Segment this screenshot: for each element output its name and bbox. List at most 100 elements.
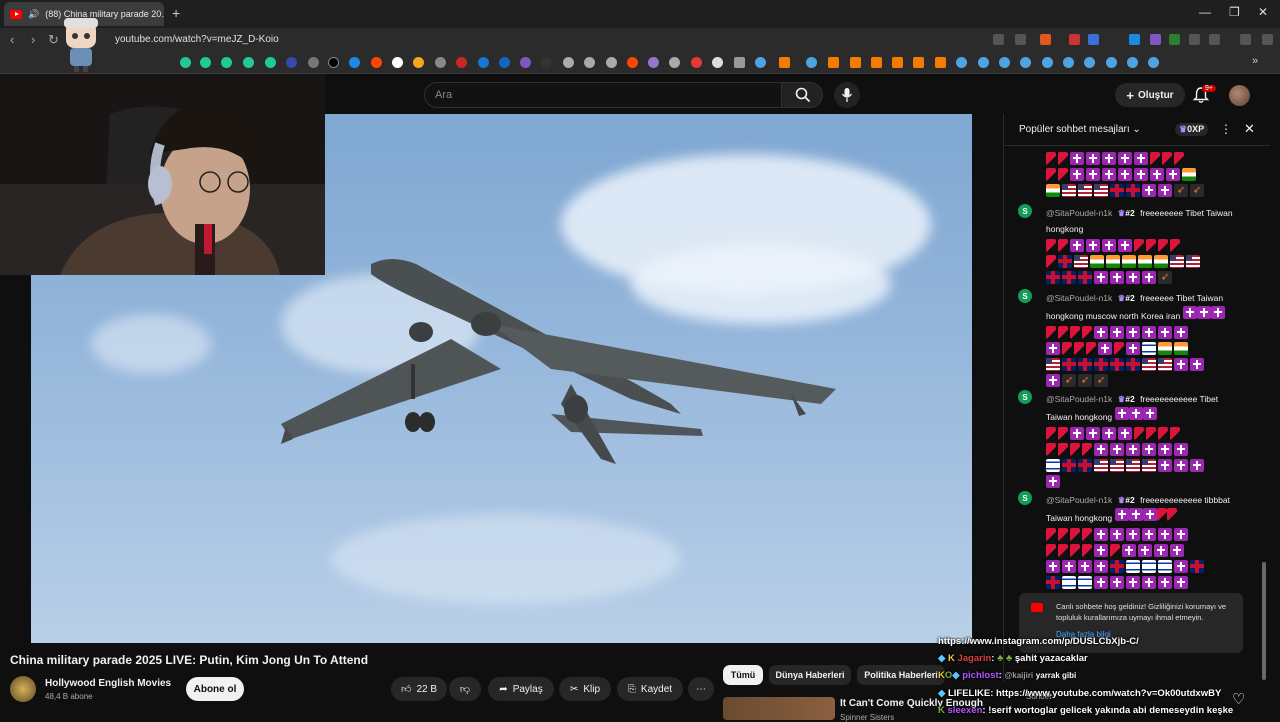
clip-button[interactable]: ✂ Klip [559,677,611,701]
brave-shield-icon[interactable] [1040,34,1051,45]
chat-author[interactable]: @SitaPoudel-n1k [1046,495,1112,505]
chat-author[interactable]: @SitaPoudel-n1k [1046,394,1112,404]
search-input[interactable]: Ara [424,82,782,108]
bookmark-icon[interactable] [779,57,790,68]
bookmark-icon[interactable] [435,57,446,68]
x-bookmark-icon[interactable] [328,57,339,68]
bookmark-icon[interactable] [1084,57,1095,68]
recommendation-thumbnail[interactable] [723,697,835,720]
extensions-puzzle-icon[interactable] [1189,34,1200,45]
overlay-chat-line: https://www.instagram.com/p/DUSLCbXjb-C/ [938,636,1139,647]
bookmark-icon[interactable] [584,57,595,68]
bookmark-icon[interactable] [606,57,617,68]
folder-icon[interactable] [734,57,745,68]
more-actions-button[interactable]: ⋯ [688,677,714,701]
save-button[interactable]: ⎘ Kaydet [617,677,683,701]
chat-scrollbar[interactable] [1262,562,1266,680]
account-avatar[interactable] [1229,85,1250,106]
dislike-button[interactable]: 👎︎ [449,677,481,701]
extension-icon[interactable] [1088,34,1099,45]
xp-badge[interactable]: ♛0XP [1175,123,1209,136]
url-field[interactable]: youtube.com/watch?v=meJZ_D-Koio [115,34,279,45]
chip-politics-news[interactable]: Politika Haberleri [857,665,945,685]
bookmark-icon[interactable] [627,57,638,68]
new-tab-button[interactable]: + [172,5,180,21]
bookmark-icon[interactable] [520,57,531,68]
bookmark-icon[interactable] [308,57,319,68]
search-placeholder: Ara [435,89,453,101]
heart-icon[interactable]: ♡ [1232,690,1245,708]
bookmark-icon[interactable] [871,57,882,68]
window-close-icon[interactable]: ✕ [1258,5,1268,19]
extension-icon[interactable] [1069,34,1080,45]
share-page-icon[interactable] [1015,34,1026,45]
chat-author[interactable]: @SitaPoudel-n1k [1046,293,1112,303]
minimize-icon[interactable]: — [1199,5,1211,19]
bookmark-icon[interactable] [806,57,817,68]
chat-avatar: S [1018,491,1032,505]
reddit-bookmark-icon[interactable] [371,57,382,68]
share-button[interactable]: ➦ Paylaş [488,677,554,701]
mascot-sticker-icon [64,18,98,72]
like-button[interactable]: 👍︎ 22 B [391,677,447,701]
voice-search-button[interactable] [834,82,860,108]
bookmark-icon[interactable] [1106,57,1117,68]
chip-world-news[interactable]: Dünya Haberleri [769,665,851,685]
bookmark-icon[interactable] [265,57,276,68]
bookmark-icon[interactable] [180,57,191,68]
bookmark-icon[interactable] [478,57,489,68]
bookmark-icon[interactable] [392,57,403,68]
menu-icon[interactable] [1262,34,1273,45]
bookmark-icon[interactable] [243,57,254,68]
bookmark-icon[interactable] [413,57,424,68]
subscribe-button[interactable]: Abone ol [186,677,244,701]
channel-avatar[interactable] [10,676,36,702]
sidebar-icon[interactable] [1209,34,1220,45]
bookmark-icon[interactable] [1020,57,1031,68]
bookmark-icon[interactable] [541,57,552,68]
search-button[interactable] [781,82,823,108]
bookmark-icon[interactable] [978,57,989,68]
bookmark-icon[interactable] [456,57,467,68]
bookmark-icon[interactable] [286,57,297,68]
bookmark-icon[interactable] [1148,57,1159,68]
bookmark-icon[interactable] [1042,57,1053,68]
chat-menu-icon[interactable]: ⋮ [1220,122,1232,136]
chat-mode-dropdown[interactable]: Popüler sohbet mesajları ⌄ [1019,124,1141,135]
overlay-chat-user: LIFELIKE [947,688,991,699]
channel-name[interactable]: Hollywood English Movies [45,678,171,689]
bookmark-icon[interactable] [563,57,574,68]
restore-icon[interactable]: ❐ [1229,5,1240,19]
bookmark-icon[interactable] [913,57,924,68]
cast-icon[interactable] [993,34,1004,45]
chip-all[interactable]: Tümü [723,665,763,685]
bookmark-icon[interactable] [499,57,510,68]
bookmark-icon[interactable] [828,57,839,68]
bookmark-icon[interactable] [935,57,946,68]
bookmark-icon[interactable] [755,57,766,68]
bookmark-icon[interactable] [648,57,659,68]
bookmark-icon[interactable] [691,57,702,68]
chat-close-icon[interactable]: ✕ [1244,121,1255,137]
back-icon[interactable]: ‹ [10,32,14,47]
media-icon[interactable] [1240,34,1251,45]
create-button[interactable]: + Oluştur [1115,83,1185,107]
bookmark-icon[interactable] [221,57,232,68]
bookmark-icon[interactable] [892,57,903,68]
bookmark-icon[interactable] [1063,57,1074,68]
extension-icon[interactable] [1129,34,1140,45]
bookmark-icon[interactable] [200,57,211,68]
chat-author[interactable]: @SitaPoudel-n1k [1046,208,1112,218]
more-bookmarks-icon[interactable]: » [1252,55,1258,67]
extension-icon[interactable] [1169,34,1180,45]
bookmark-icon[interactable] [999,57,1010,68]
bookmark-icon[interactable] [850,57,861,68]
forward-icon[interactable]: › [31,32,35,47]
bookmark-icon[interactable] [1127,57,1138,68]
bookmark-icon[interactable] [349,57,360,68]
bookmark-icon[interactable] [956,57,967,68]
extension-icon[interactable] [1150,34,1161,45]
chat-input-label[interactable]: Sohbet [1026,692,1051,701]
bookmark-icon[interactable] [669,57,680,68]
bookmark-icon[interactable] [712,57,723,68]
